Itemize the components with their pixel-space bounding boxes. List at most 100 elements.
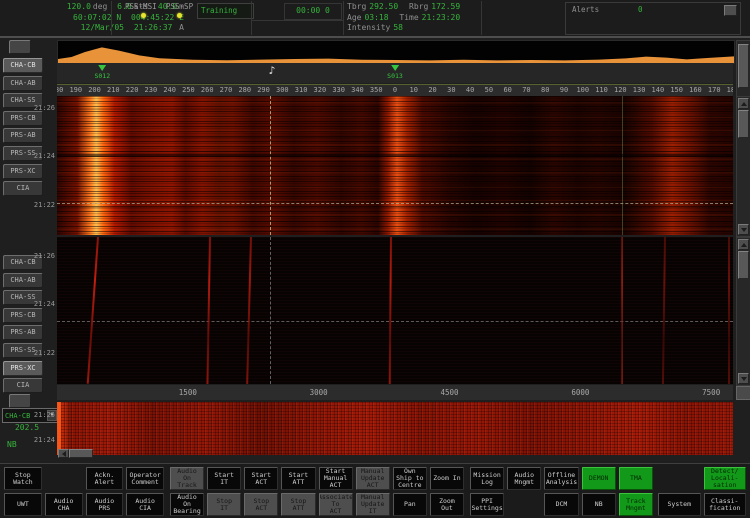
channel-button-freq-cia[interactable]: CIA (3, 378, 43, 393)
alerts-scroll-button[interactable] (724, 5, 737, 16)
channel-button-bearing-prs-xc[interactable]: PRS-XC (3, 164, 43, 179)
histogram-scrollbar[interactable] (736, 40, 750, 97)
contact-marker-strip[interactable]: S012 ♪ S013 (57, 63, 733, 83)
stop-watch-button[interactable]: Stop Watch (4, 467, 42, 490)
stop-att-button[interactable]: Stop ATT (281, 493, 315, 516)
audio-cia-button[interactable]: Audio CIA (126, 493, 164, 516)
triangle-up-icon (741, 243, 747, 247)
zoom-out-button[interactable]: Zoom Out (430, 493, 464, 516)
channel-button-freq-prs-xc[interactable]: PRS-XC (3, 361, 43, 376)
audio-channel-waterfall[interactable] (57, 402, 733, 455)
start-att-button[interactable]: Start ATT (281, 467, 315, 490)
horizontal-scrollbar-thumb[interactable] (69, 449, 93, 458)
operator-comment-button[interactable]: Operator Comment (126, 467, 164, 490)
channel-button-freq-cha-ab[interactable]: CHA-AB (3, 273, 43, 288)
button-group-tracking: Audio On TrackStart ITStart ACTStart ATT… (170, 467, 464, 516)
frequency-waterfall-scrollbar[interactable] (736, 237, 750, 386)
scroll-up-button[interactable] (738, 98, 749, 109)
audio-on-bearing-button[interactable]: Audio On Bearing (170, 493, 204, 516)
offline-analysis-button[interactable]: Offline Analysis (544, 467, 578, 490)
stop-it-button[interactable]: Stop IT (207, 493, 241, 516)
divider (251, 1, 252, 35)
audio-prs-button[interactable]: Audio PRS (86, 493, 124, 516)
rbrg-label: Rbrg (409, 2, 428, 11)
scroll-down-button[interactable] (738, 224, 749, 235)
time-cursor-line[interactable] (57, 203, 733, 204)
tma-button[interactable]: TMA (619, 467, 653, 490)
scroll-up-button[interactable] (738, 239, 749, 250)
start-it-button[interactable]: Start IT (207, 467, 241, 490)
frequency-time-waterfall[interactable] (57, 237, 733, 384)
time-cursor-line[interactable] (57, 321, 733, 322)
channel-button-freq-prs-cb[interactable]: PRS-CB (3, 308, 43, 323)
stop-act-button[interactable]: Stop ACT (244, 493, 278, 516)
intensity-label: Intensity (347, 23, 390, 32)
pan-button[interactable]: Pan (393, 493, 427, 516)
start-act-button[interactable]: Start ACT (244, 467, 278, 490)
intensity-value: 58 (393, 23, 403, 32)
bearing-cursor-line[interactable] (270, 96, 271, 235)
audio-cha-button[interactable]: Audio CHA (45, 493, 83, 516)
bearing-tick-label: 10 (410, 86, 418, 94)
channel-button-freq-prs-ab[interactable]: PRS-AB (3, 325, 43, 340)
bearing-energy-histogram (57, 40, 735, 64)
bearing-tick-label: 160 (689, 86, 702, 94)
contact-marker-s012[interactable]: S012 (94, 65, 110, 80)
start-manual-act-button[interactable]: Start Manual ACT (319, 467, 353, 490)
rbrg-value: 172.59 (431, 2, 460, 11)
bearing-tick-label: 340 (351, 86, 364, 94)
audio-panel-options-button[interactable] (9, 394, 31, 408)
channel-button-bearing-cha-ab[interactable]: CHA-AB (3, 76, 43, 91)
scrollbar-thumb[interactable] (738, 110, 749, 138)
bearing-tick-label: 350 (370, 86, 383, 94)
manual-update-act-button[interactable]: Manual Update ACT (356, 467, 390, 490)
manual-update-it-button[interactable]: Manual Update IT (356, 493, 390, 516)
system-button[interactable]: System (658, 493, 701, 516)
track-info: Tbrg292.50 Rbrg172.59 Age03:18 Time21:23… (347, 2, 481, 34)
ackn-alert-button[interactable]: Ackn. Alert (86, 467, 124, 490)
channel-button-bearing-cha-cb[interactable]: CHA-CB (3, 58, 43, 73)
bearing-tick-label: 140 (652, 86, 665, 94)
dcm-button[interactable]: DCM (544, 493, 578, 516)
detect-locali-sation-button[interactable]: Detect/ Locali- sation (704, 467, 747, 490)
bearing-tick-label: 20 (428, 86, 436, 94)
audio-frequency-value: 202.5 (0, 423, 54, 432)
nb-button[interactable]: NB (582, 493, 616, 516)
bearing-panel-options-button[interactable] (9, 40, 31, 54)
audio-note-icon[interactable]: ♪ (269, 64, 276, 77)
mission-log-button[interactable]: Mission Log (470, 467, 504, 490)
bearing-time-waterfall[interactable] (57, 96, 733, 235)
demon-button[interactable]: DEMON (582, 467, 616, 490)
bearing-tick-label: 50 (485, 86, 493, 94)
channel-button-bearing-prs-cb[interactable]: PRS-CB (3, 111, 43, 126)
channel-button-bearing-cia[interactable]: CIA (3, 181, 43, 196)
associate-to-act-button[interactable]: Associate To ACT (319, 493, 353, 516)
triangle-down-icon (741, 377, 747, 381)
zoom-in-button[interactable]: Zoom In (430, 467, 464, 490)
triangle-down-icon (741, 228, 747, 232)
channel-button-bearing-prs-ab[interactable]: PRS-AB (3, 128, 43, 143)
bearing-tick-label: 320 (314, 86, 327, 94)
tbrg-value: 292.50 (369, 2, 398, 11)
scroll-down-button[interactable] (738, 373, 749, 384)
time-value: 21:26:37 (134, 23, 173, 32)
pss-msi-indicator (141, 13, 146, 18)
own-ship-to-centre-button[interactable]: Own Ship to Centre (393, 467, 427, 490)
audio-mngmt-button[interactable]: Audio Mngmt (507, 467, 541, 490)
scrollbar-thumb[interactable] (738, 251, 749, 279)
scroll-left-button[interactable] (58, 449, 69, 458)
contact-marker-s013[interactable]: S013 (387, 65, 403, 80)
bearing-waterfall-scrollbar[interactable] (736, 96, 750, 237)
ppi-settings-button[interactable]: PPI Settings (470, 493, 504, 516)
signal-trace (207, 237, 212, 384)
scrollbar-corner[interactable] (736, 386, 750, 400)
track-mngmt-button[interactable]: Track Mngmt (619, 493, 653, 516)
audio-on-track-button[interactable]: Audio On Track (170, 467, 204, 490)
contact-marker-label: S012 (94, 72, 110, 80)
classi-fication-button[interactable]: Classi- fication (704, 493, 747, 516)
bearing-tick-label: 310 (295, 86, 308, 94)
frequency-cursor-line[interactable] (270, 237, 271, 384)
uwt-button[interactable]: UWT (4, 493, 42, 516)
scrollbar-thumb[interactable] (738, 44, 749, 88)
frequency-tick-label: 4500 (440, 388, 458, 397)
